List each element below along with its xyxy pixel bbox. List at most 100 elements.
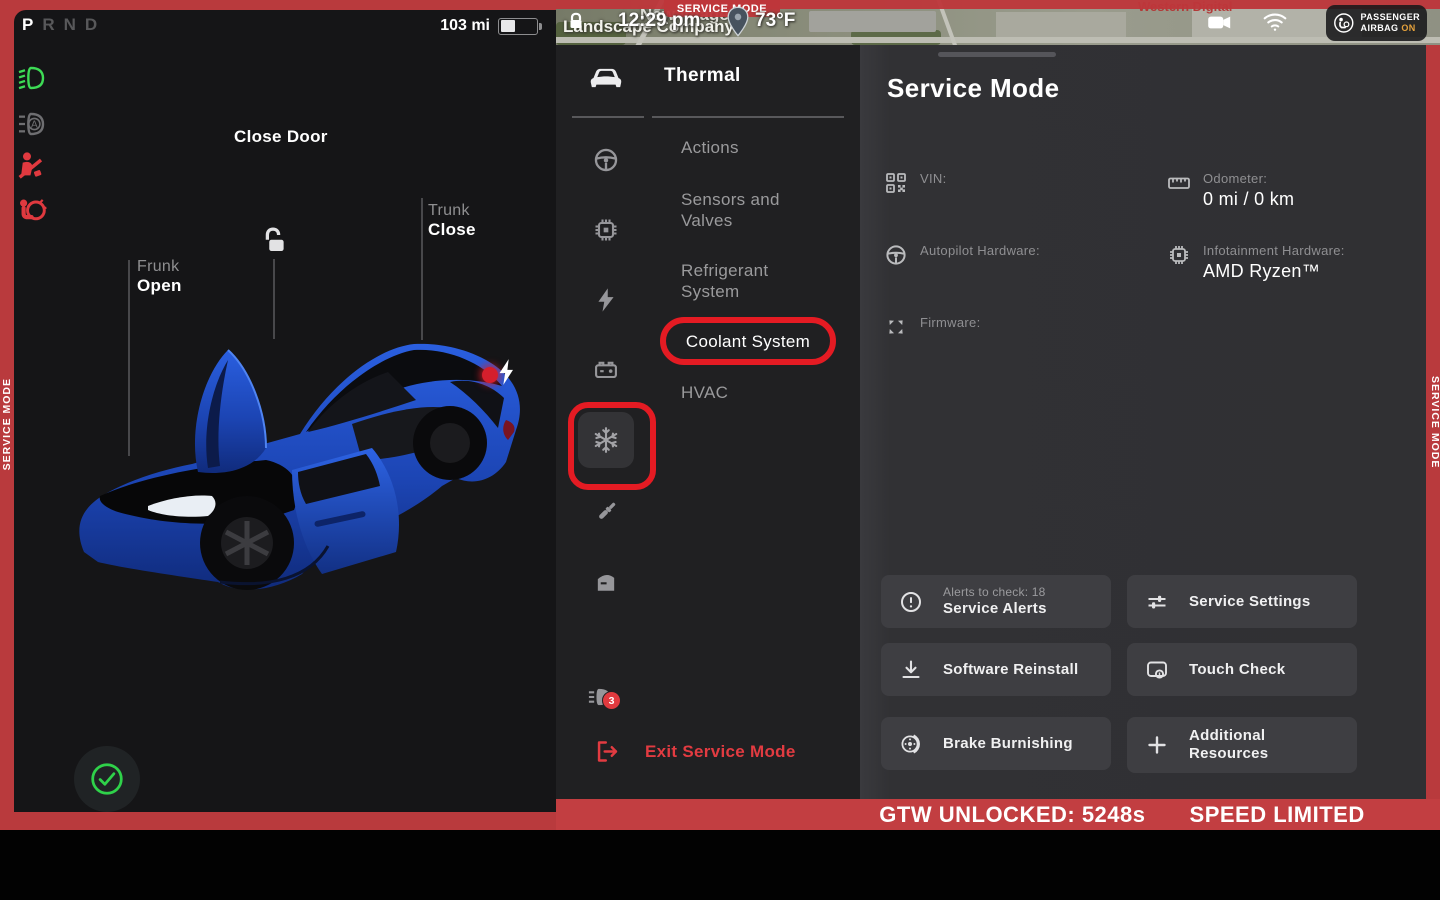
- lowbeam-headlight-icon: [15, 62, 47, 94]
- brake-burnishing-button[interactable]: Brake Burnishing: [881, 717, 1111, 770]
- plus-icon: [1145, 733, 1169, 757]
- gear-r[interactable]: R: [42, 15, 56, 34]
- battery-range: 103 mi: [440, 17, 538, 35]
- map-strip[interactable]: Western Digital New Image SERVICE MODE L…: [556, 0, 1440, 45]
- steering-wheel-icon: [884, 243, 908, 267]
- odometer-field: Odometer: 0 mi / 0 km: [1167, 171, 1294, 210]
- service-settings-button[interactable]: Service Settings: [1127, 575, 1357, 628]
- unlocked-padlock-icon: [258, 226, 288, 256]
- trunk-name: Trunk: [428, 202, 476, 220]
- high-voltage-category-icon[interactable]: [592, 286, 620, 314]
- firmware-icon: [884, 315, 908, 339]
- vin-field: VIN:: [884, 171, 946, 195]
- tools-category-icon[interactable]: [592, 498, 620, 526]
- service-alerts-button[interactable]: Alerts to check: 18 Service Alerts: [881, 575, 1111, 628]
- brake-disc-icon: [899, 732, 923, 756]
- firmware-field: Firmware:: [884, 315, 980, 339]
- odometer-label: Odometer:: [1203, 171, 1294, 186]
- service-menu-panel: Thermal 3 Actions Sensors and Valves: [556, 45, 860, 799]
- service-mode-left-edge-label: SERVICE MODE: [1, 378, 13, 470]
- vin-label: VIN:: [920, 171, 946, 186]
- gateway-banner: GTW UNLOCKED: 5248s SPEED LIMITED: [556, 799, 1440, 830]
- service-mode-title: Service Mode: [887, 73, 1059, 104]
- menu-item-actions[interactable]: Actions: [681, 137, 831, 158]
- autopilot-field: Autopilot Hardware:: [884, 243, 1040, 267]
- frunk-name: Frunk: [137, 258, 182, 276]
- battery-icon: [498, 18, 538, 35]
- menu-item-hvac[interactable]: HVAC: [681, 382, 831, 403]
- exit-label[interactable]: Exit Service Mode: [645, 742, 796, 762]
- gear-indicator[interactable]: PRND: [22, 15, 106, 35]
- range-value: 103 mi: [440, 17, 490, 35]
- infotainment-field: Infotainment Hardware: AMD Ryzen™: [1167, 243, 1345, 282]
- autopilot-label: Autopilot Hardware:: [920, 243, 1040, 258]
- alerts-to-check: Alerts to check: 18: [943, 585, 1047, 599]
- drag-handle[interactable]: [938, 52, 1056, 57]
- charge-flash-icon: [496, 358, 516, 386]
- alert-circle-icon: [899, 590, 923, 614]
- gtw-unlocked-text: GTW UNLOCKED: 5248s: [879, 802, 1145, 828]
- close-door-label[interactable]: Close Door: [234, 127, 328, 147]
- battery-category-icon[interactable]: [592, 356, 620, 384]
- passenger-airbag-status: PASSENGER AIRBAG ON: [1326, 5, 1427, 41]
- infotainment-label: Infotainment Hardware:: [1203, 243, 1345, 258]
- wifi-icon[interactable]: [1262, 10, 1288, 32]
- additional-resources-label: Additional Resources: [1189, 727, 1294, 763]
- menu-item-refrigerant-system[interactable]: Refrigerant System: [681, 260, 801, 302]
- auto-highbeam-icon: A: [15, 108, 47, 140]
- service-mode-right-edge-label: SERVICE MODE: [1429, 376, 1440, 468]
- svg-text:A: A: [31, 119, 38, 130]
- vehicle-status-panel: PRND 103 mi A Close Door Frunk Open: [14, 10, 556, 812]
- exit-icon: [594, 738, 621, 765]
- infotainment-value: AMD Ryzen™: [1203, 261, 1345, 282]
- dock: ‹ 66 › ♪ ♫ i ‹ ›: [0, 830, 1440, 900]
- frunk-label[interactable]: Frunk Open: [137, 258, 182, 296]
- airbag-word: AIRBAG: [1361, 23, 1399, 33]
- ruler-icon: [1167, 171, 1191, 195]
- chip-category-icon[interactable]: [592, 216, 620, 244]
- service-alerts-label: Service Alerts: [943, 600, 1047, 618]
- gear-d[interactable]: D: [85, 15, 99, 34]
- tesla-service-mode-screen: PRND 103 mi A Close Door Frunk Open: [0, 0, 1440, 900]
- odometer-value: 0 mi / 0 km: [1203, 189, 1294, 210]
- trunk-state[interactable]: Close: [428, 220, 476, 240]
- menu-item-sensors-valves[interactable]: Sensors and Valves: [681, 189, 806, 231]
- dashcam-icon[interactable]: [1208, 15, 1232, 30]
- menu-title: Thermal: [664, 65, 741, 87]
- menu-item-coolant-system[interactable]: Coolant System: [686, 331, 810, 352]
- touch-check-button[interactable]: Touch Check: [1127, 643, 1357, 696]
- vehicle-render: [70, 320, 530, 610]
- closures-category-icon[interactable]: [592, 568, 620, 596]
- trunk-label[interactable]: Trunk Close: [428, 202, 476, 240]
- map-road: [556, 37, 1440, 43]
- airbag-person-icon: [1333, 10, 1355, 36]
- airbag-status: ON: [1401, 23, 1415, 33]
- touch-icon: [1145, 658, 1169, 682]
- coolant-highlight-annotation: Coolant System: [660, 317, 836, 365]
- download-icon: [899, 658, 923, 682]
- vehicle-ok-indicator[interactable]: [74, 746, 140, 812]
- sliders-icon: [1145, 590, 1169, 614]
- redacted-map-label: [809, 11, 936, 32]
- icon-column-divider: [572, 116, 644, 118]
- trunk-leader-line: [421, 198, 423, 340]
- car-category-icon[interactable]: [586, 65, 626, 91]
- firmware-label: Firmware:: [920, 315, 980, 330]
- check-circle-icon: [89, 761, 125, 797]
- chip-icon: [1167, 243, 1191, 267]
- seatbelt-warning-icon: [15, 150, 47, 182]
- speed-limited-text: SPEED LIMITED: [1190, 802, 1365, 828]
- software-reinstall-label: Software Reinstall: [943, 661, 1078, 679]
- steering-category-icon[interactable]: [592, 146, 620, 174]
- touch-check-label: Touch Check: [1189, 661, 1285, 679]
- qr-code-icon: [884, 171, 908, 195]
- exit-service-mode-button[interactable]: Exit Service Mode: [594, 738, 796, 765]
- service-settings-label: Service Settings: [1189, 593, 1311, 611]
- frunk-state[interactable]: Open: [137, 276, 182, 296]
- gear-n[interactable]: N: [64, 15, 78, 34]
- clock: 12:29 pm: [618, 10, 700, 32]
- software-reinstall-button[interactable]: Software Reinstall: [881, 643, 1111, 696]
- additional-resources-button[interactable]: Additional Resources: [1127, 717, 1357, 773]
- gear-p[interactable]: P: [22, 15, 35, 34]
- thermal-category-icon[interactable]: [578, 412, 634, 468]
